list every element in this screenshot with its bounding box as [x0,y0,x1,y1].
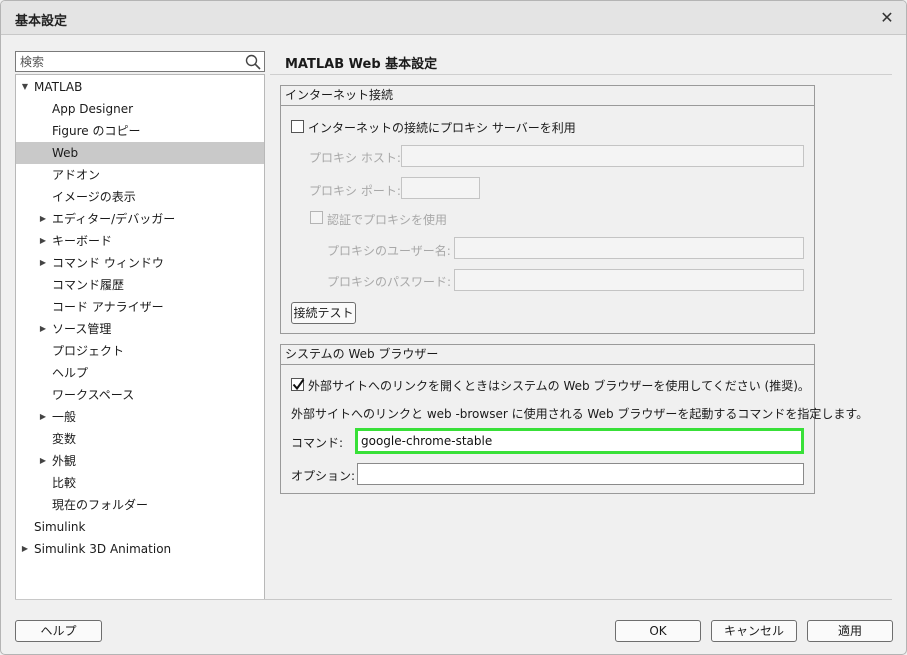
tree-item-label: Web [52,146,79,160]
tree-item[interactable]: ワークスペース [16,384,264,406]
command-field[interactable] [355,428,804,454]
tree-item-label: 現在のフォルダー [52,498,149,512]
title-bar: 基本設定 ✕ [1,1,906,35]
tree-item-label: ヘルプ [52,366,89,380]
proxy-password-label: プロキシのパスワード: [327,275,452,289]
tree-item[interactable]: コマンド履歴 [16,274,264,296]
tree-item-label: 外観 [52,454,77,468]
expand-right-icon[interactable]: ▶ [38,208,48,230]
tree-item-label: プロジェクト [52,344,125,358]
proxy-host-field[interactable] [401,145,804,167]
tree-item[interactable]: ▶ ソース管理 [16,318,264,340]
tree-item[interactable]: ▶ エディター/デバッガー [16,208,264,230]
preferences-tree: ▼ MATLAB App Designer Figure のコピー Web アドオンイメー… [15,74,265,600]
tree-item-label: 変数 [52,432,77,446]
checkmark-icon [292,378,305,391]
proxy-auth-label: 認証でプロキシを使用 [327,213,448,227]
expand-right-icon[interactable]: ▶ [38,230,48,252]
use-system-browser-checkbox[interactable] [291,378,305,391]
tree-item[interactable]: ▶ コマンド ウィンドウ [16,252,264,274]
proxy-user-field[interactable] [454,237,804,259]
expand-right-icon[interactable]: ▶ [38,318,48,340]
browser-description: 外部サイトへのリンクと web -browser に使用される Web ブラウザ… [291,407,869,421]
footer-divider [15,599,892,600]
tree-item[interactable]: ▶ キーボード [16,230,264,252]
tree-item[interactable]: 変数 [16,428,264,450]
group-header: システムの Web ブラウザー [281,345,814,365]
expand-right-icon[interactable]: ▶ [38,450,48,472]
tree-item[interactable]: 比較 [16,472,264,494]
tree-item-label: イメージの表示 [52,190,136,204]
use-proxy-label: インターネットの接続にプロキシ サーバーを利用 [308,121,576,135]
apply-button[interactable]: 適用 [807,620,893,642]
tree-item-label: ワークスペース [52,388,135,402]
tree-item[interactable]: Simulink [16,516,264,538]
cancel-button[interactable]: キャンセル [711,620,797,642]
proxy-password-field[interactable] [454,269,804,291]
tree-item-label: コード アナライザー [52,300,164,314]
search-icon[interactable] [245,54,261,70]
tree-item-label: アドオン [52,168,101,182]
tree-item-label: Simulink 3D Animation [34,542,172,556]
tree-item[interactable]: ▶ Simulink 3D Animation [16,538,264,560]
ok-button[interactable]: OK [615,620,701,642]
tree-item-label: App Designer [52,102,134,116]
tree-item[interactable]: プロジェクト [16,340,264,362]
close-icon[interactable]: ✕ [877,8,897,28]
tree-item-label: コマンド ウィンドウ [52,256,164,270]
tree-item[interactable]: Web [16,142,264,164]
proxy-host-label: プロキシ ホスト: [309,151,401,165]
tree-item[interactable]: ▶ 一般 [16,406,264,428]
search-box [15,51,265,72]
proxy-port-label: プロキシ ポート: [309,184,401,198]
tree-item[interactable]: アドオン [16,164,264,186]
proxy-port-field[interactable] [401,177,480,199]
tree-item-label: コマンド履歴 [52,278,125,292]
proxy-user-label: プロキシのユーザー名: [327,244,451,258]
tree-item[interactable]: ▶ 外観 [16,450,264,472]
tree-item-label: Figure のコピー [52,124,141,138]
expand-right-icon[interactable]: ▶ [38,406,48,428]
use-system-browser-label: 外部サイトへのリンクを開くときはシステムの Web ブラウザーを使用してください… [308,379,810,393]
use-proxy-checkbox[interactable] [291,120,304,133]
tree-item-label: キーボード [52,234,113,248]
tree-item[interactable]: イメージの表示 [16,186,264,208]
command-label: コマンド: [291,436,344,450]
tree-item-label: MATLAB [34,80,83,94]
group-header: インターネット接続 [281,86,814,106]
help-button[interactable]: ヘルプ [15,620,102,642]
expand-right-icon[interactable]: ▶ [38,252,48,274]
tree-item-label: エディター/デバッガー [52,212,176,226]
tree-item-label: ソース管理 [52,322,112,336]
preferences-dialog: 基本設定 ✕ ▼ MATLAB App Designer Figure のコピー Web… [0,0,907,655]
tree-item-label: 一般 [52,410,77,424]
tree-item-label: 比較 [52,476,77,490]
divider [270,74,892,75]
tree-item-label: Simulink [34,520,86,534]
options-field[interactable] [357,463,804,485]
options-label: オプション: [291,469,356,483]
expand-right-icon[interactable]: ▶ [20,538,30,560]
tree-item[interactable]: Figure のコピー [16,120,264,142]
search-input[interactable] [18,53,240,70]
tree-item[interactable]: コード アナライザー [16,296,264,318]
test-connection-button[interactable]: 接続テスト [291,302,356,324]
expand-down-icon[interactable]: ▼ [20,76,30,98]
window-title: 基本設定 [15,14,68,29]
tree-item[interactable]: 現在のフォルダー [16,494,264,516]
proxy-auth-checkbox[interactable] [310,211,323,224]
tree-item[interactable]: ヘルプ [16,362,264,384]
tree-item[interactable]: App Designer [16,98,264,120]
page-title: MATLAB Web 基本設定 [285,57,438,72]
tree-item[interactable]: ▼ MATLAB [16,76,264,98]
